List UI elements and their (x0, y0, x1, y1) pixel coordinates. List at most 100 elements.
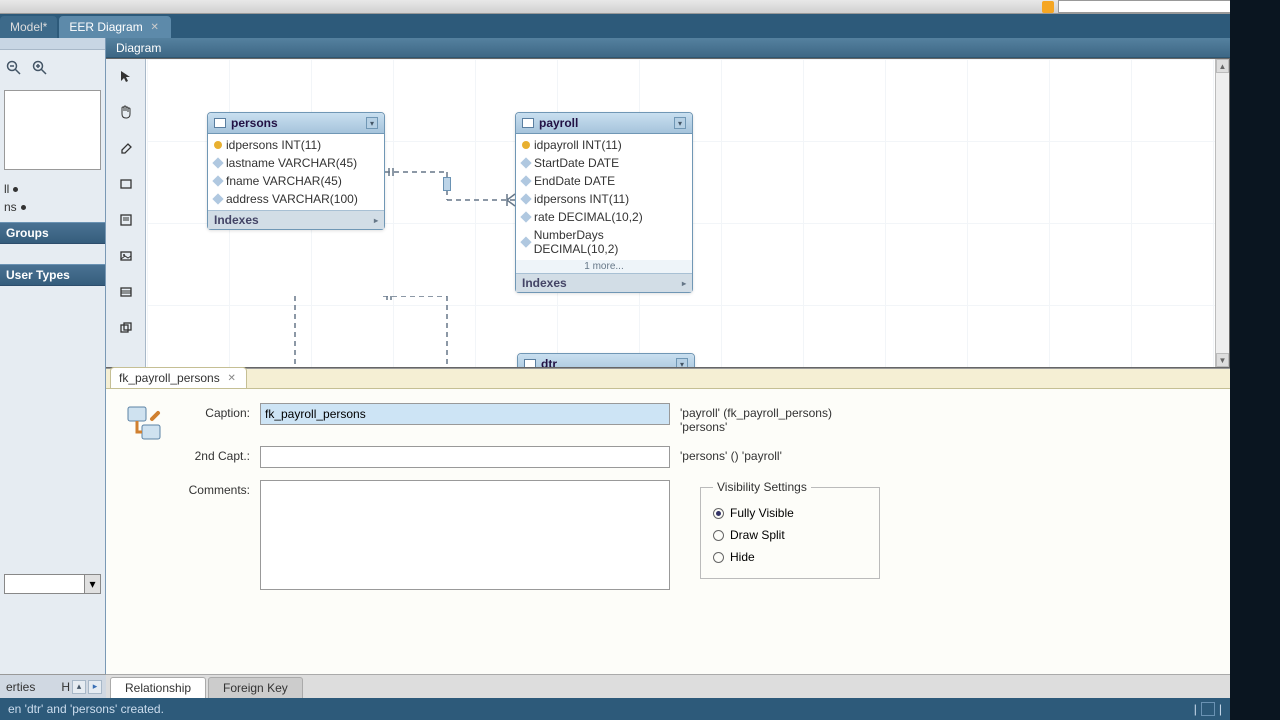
radio-icon[interactable] (713, 552, 724, 563)
arrow-up-icon[interactable]: ▴ (72, 680, 86, 694)
column-row[interactable]: NumberDays DECIMAL(10,2) (520, 226, 688, 258)
visibility-option[interactable]: Fully Visible (713, 502, 867, 524)
column-icon (520, 236, 531, 247)
hand-tool-icon[interactable] (115, 101, 137, 123)
toolbar-search-input[interactable] (1058, 0, 1258, 13)
diagram-canvas[interactable]: persons ▾ idpersons INT(11) lastname VARC… (147, 59, 1215, 367)
close-icon[interactable]: ✕ (226, 372, 238, 384)
entity-partial[interactable]: dtr ▾ (517, 353, 695, 367)
minimap-preview[interactable] (4, 90, 101, 170)
column-row[interactable]: EndDate DATE (520, 172, 688, 190)
column-row[interactable]: address VARCHAR(100) (212, 190, 380, 208)
section-header-groups[interactable]: Groups (0, 222, 105, 244)
status-separator: | (1219, 702, 1222, 716)
status-box-icon[interactable] (1201, 702, 1215, 716)
tab-label: Model* (10, 20, 47, 34)
vertical-scrollbar[interactable]: ▲ ▼ (1215, 59, 1229, 367)
entity-persons[interactable]: persons ▾ idpersons INT(11) lastname VARC… (207, 112, 385, 230)
radio-icon[interactable] (713, 508, 724, 519)
leftbottom-label: erties (4, 680, 35, 694)
left-panel: ll ns Groups User Types ▾ (0, 38, 106, 698)
properties-tab-label: fk_payroll_persons (119, 371, 220, 385)
pointer-tool-icon[interactable] (115, 65, 137, 87)
entity-payroll[interactable]: payroll ▾ idpayroll INT(11)StartDate DAT… (515, 112, 693, 293)
caption-preview: 'payroll' (fk_payroll_persons) 'persons' (680, 403, 880, 434)
tab-model[interactable]: Model* (0, 16, 57, 38)
visibility-option[interactable]: Draw Split (713, 524, 867, 546)
sidebar-combobox[interactable]: ▾ (4, 574, 101, 594)
comments-label: Comments: (180, 480, 250, 590)
column-row[interactable]: StartDate DATE (520, 154, 688, 172)
column-row[interactable]: idpayroll INT(11) (520, 136, 688, 154)
tab-relationship[interactable]: Relationship (110, 677, 206, 698)
chevron-down-icon[interactable]: ▾ (674, 117, 686, 129)
diagram-title: Diagram (116, 41, 161, 55)
scroll-down-icon[interactable]: ▼ (1216, 353, 1229, 367)
zoom-in-icon[interactable] (30, 58, 50, 78)
bullet-icon (21, 205, 26, 210)
indexes-header[interactable]: Indexes ▸ (208, 210, 384, 229)
caption-input[interactable] (260, 403, 670, 425)
column-row[interactable]: fname VARCHAR(45) (212, 172, 380, 190)
column-icon (520, 211, 531, 222)
tool-palette (106, 59, 146, 367)
table-icon (214, 118, 226, 128)
second-caption-input[interactable] (260, 446, 670, 468)
properties-tabs: fk_payroll_persons ✕ (106, 369, 1230, 389)
column-row[interactable]: idpersons INT(11) (520, 190, 688, 208)
properties-body: Caption: 'payroll' (fk_payroll_persons) … (106, 389, 1230, 674)
tab-foreign-key[interactable]: Foreign Key (208, 677, 303, 698)
column-text: rate DECIMAL(10,2) (534, 210, 643, 224)
column-text: EndDate DATE (534, 174, 615, 188)
entity-header[interactable]: persons ▾ (208, 113, 384, 134)
tab-eer-diagram[interactable]: EER Diagram ✕ (59, 16, 170, 38)
column-row[interactable]: idpersons INT(11) (212, 136, 380, 154)
primary-key-icon (522, 141, 530, 149)
tab-label: EER Diagram (69, 20, 142, 34)
combobox-value (5, 575, 84, 593)
relationship-line[interactable] (385, 164, 520, 210)
view-tool-icon[interactable] (115, 317, 137, 339)
relationship-handle[interactable] (443, 177, 451, 191)
search-toolbar-icon[interactable] (1042, 1, 1054, 13)
visibility-option[interactable]: Hide (713, 546, 867, 568)
visibility-option-label: Fully Visible (730, 506, 794, 520)
erase-tool-icon[interactable] (115, 137, 137, 159)
panel-titlebar (0, 38, 105, 50)
status-bar: en 'dtr' and 'persons' created. | | (0, 698, 1230, 720)
diagram-header: Diagram (106, 38, 1230, 58)
zoom-out-icon[interactable] (4, 58, 24, 78)
scroll-up-icon[interactable]: ▲ (1216, 59, 1229, 73)
arrow-right-icon[interactable]: ▸ (88, 680, 102, 694)
entity-name: persons (231, 116, 361, 130)
chevron-down-icon[interactable]: ▾ (84, 575, 100, 593)
properties-tab[interactable]: fk_payroll_persons ✕ (110, 367, 247, 388)
image-tool-icon[interactable] (115, 245, 137, 267)
chevron-down-icon[interactable]: ▾ (366, 117, 378, 129)
table-tool-icon[interactable] (115, 281, 137, 303)
note-tool-icon[interactable] (115, 209, 137, 231)
relationship-line-2[interactable] (287, 296, 457, 367)
left-bottom-bar: erties H ▴ ▸ (0, 674, 106, 698)
indexes-label: Indexes (214, 213, 259, 227)
column-text: lastname VARCHAR(45) (226, 156, 357, 170)
column-row[interactable]: lastname VARCHAR(45) (212, 154, 380, 172)
scroll-track[interactable] (1216, 73, 1229, 353)
entity-header[interactable]: payroll ▾ (516, 113, 692, 134)
leftbottom-h: H (61, 680, 70, 694)
visibility-legend: Visibility Settings (713, 480, 811, 494)
comments-input[interactable] (260, 480, 670, 590)
catalog-tree[interactable]: ll ns (0, 174, 105, 222)
canvas-wrap: persons ▾ idpersons INT(11) lastname VARC… (106, 58, 1230, 368)
entity-header[interactable]: dtr ▾ (518, 354, 694, 367)
zoom-controls (0, 50, 105, 86)
indexes-header[interactable]: Indexes ▸ (516, 273, 692, 292)
column-row[interactable]: rate DECIMAL(10,2) (520, 208, 688, 226)
chevron-down-icon[interactable]: ▾ (676, 358, 688, 367)
more-columns-label[interactable]: 1 more... (516, 260, 692, 273)
layer-tool-icon[interactable] (115, 173, 137, 195)
close-icon[interactable]: ✕ (149, 21, 161, 33)
visibility-option-label: Hide (730, 550, 755, 564)
radio-icon[interactable] (713, 530, 724, 541)
section-header-usertypes[interactable]: User Types (0, 264, 105, 286)
